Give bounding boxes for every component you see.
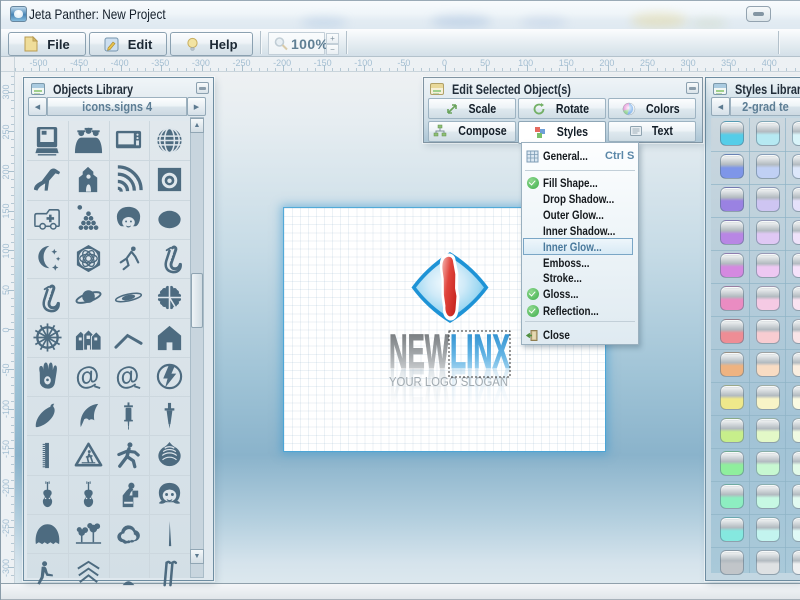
- svg-text:YOUR LOGO SLOGAN: YOUR LOGO SLOGAN: [389, 375, 508, 389]
- svg-text:NEW: NEW: [389, 326, 449, 379]
- svg-text:LINX: LINX: [450, 326, 510, 379]
